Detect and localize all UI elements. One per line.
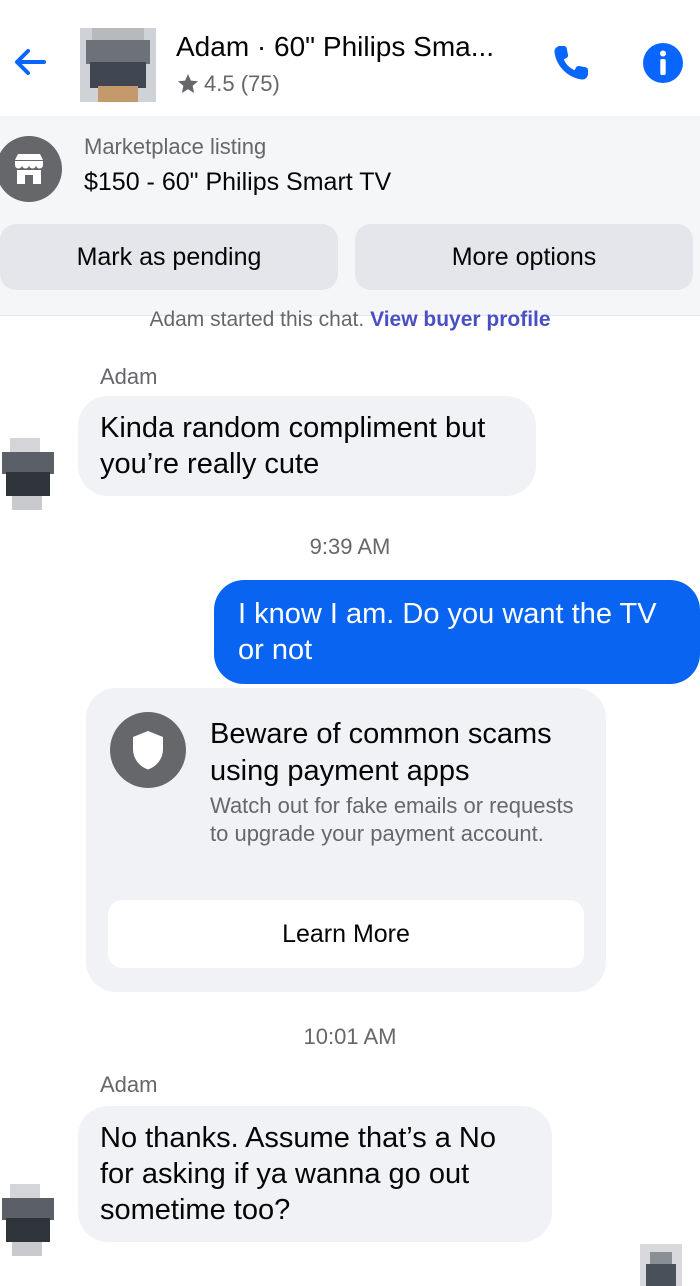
chat-started-text: Adam started this chat.: [149, 308, 365, 331]
sender-name: Adam: [100, 364, 158, 389]
incoming-message[interactable]: Kinda random compliment but you’re reall…: [78, 396, 536, 496]
phone-icon[interactable]: [548, 40, 594, 86]
timestamp: 9:39 AM: [309, 534, 391, 559]
timestamp: 10:01 AM: [303, 1024, 397, 1049]
shield-icon: [110, 712, 186, 788]
read-receipt-avatar: [640, 1244, 682, 1286]
listing-label: Marketplace listing: [84, 134, 267, 159]
incoming-message[interactable]: No thanks. Assume that’s a No for asking…: [78, 1106, 552, 1242]
learn-more-button[interactable]: Learn More: [108, 900, 584, 968]
chat-header: Adam · 60" Philips Sma... 4.5 (75): [0, 0, 700, 118]
scam-warning-body: Watch out for fake emails or requests to…: [210, 793, 574, 846]
store-icon: [0, 136, 62, 202]
avatar[interactable]: [80, 28, 156, 102]
scam-warning-title: Beware of common scams using payment app…: [210, 718, 552, 787]
rating-value: 4.5 (75): [204, 71, 280, 96]
avatar[interactable]: [2, 438, 54, 510]
info-icon[interactable]: [640, 40, 686, 86]
star-icon: [178, 74, 198, 93]
back-arrow-icon[interactable]: [10, 42, 50, 82]
avatar[interactable]: [2, 1184, 54, 1256]
listing-title[interactable]: $150 - 60" Philips Smart TV: [84, 168, 391, 197]
seller-rating: 4.5 (75): [176, 70, 280, 98]
chat-title: Adam · 60" Philips Sma...: [176, 31, 495, 62]
outgoing-message[interactable]: I know I am. Do you want the TV or not: [214, 580, 700, 684]
more-options-button[interactable]: More options: [355, 224, 693, 290]
chat-started-notice: Adam started this chat. View buyer profi…: [0, 308, 700, 332]
sender-name: Adam: [100, 1072, 158, 1097]
mark-as-pending-button[interactable]: Mark as pending: [0, 224, 338, 290]
view-buyer-profile-link[interactable]: View buyer profile: [370, 308, 551, 331]
